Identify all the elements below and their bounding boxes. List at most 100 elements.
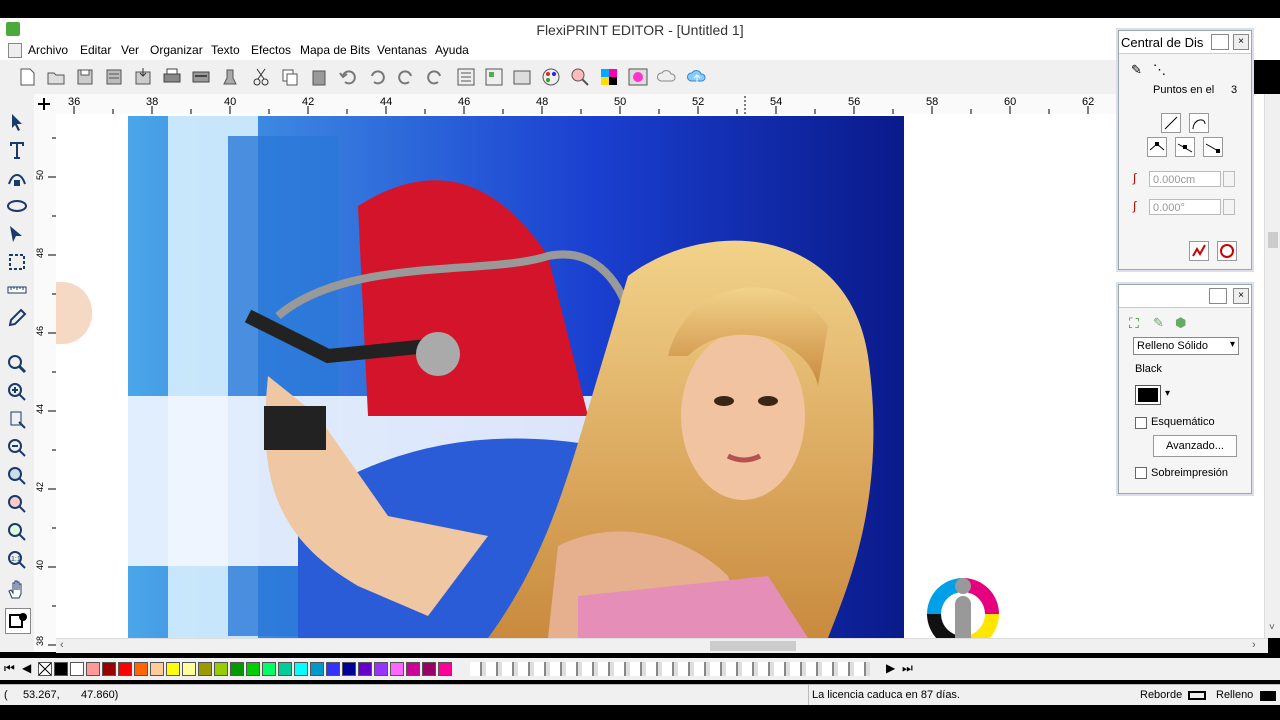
copy-icon[interactable]: [279, 66, 301, 88]
palette-color-swatch[interactable]: [86, 662, 100, 676]
menu-ayuda[interactable]: Ayuda: [435, 43, 469, 57]
palette-color-swatch[interactable]: [134, 662, 148, 676]
menu-archivo[interactable]: Archivo: [28, 43, 68, 57]
overprint-checkbox[interactable]: [1135, 467, 1147, 479]
close-shape-icon[interactable]: [1217, 241, 1237, 261]
palette-color-swatch[interactable]: [118, 662, 132, 676]
outline-pen-icon[interactable]: ✎: [1153, 315, 1164, 331]
cut-icon[interactable]: [250, 66, 272, 88]
advanced-button[interactable]: Avanzado...: [1153, 435, 1237, 457]
horizontal-scrollbar[interactable]: ‹ ›: [56, 638, 1268, 653]
save-icon[interactable]: [74, 66, 96, 88]
eyedropper-icon[interactable]: [5, 306, 29, 330]
distance-input[interactable]: 0.000cm: [1149, 171, 1221, 187]
zoom-all-icon[interactable]: [5, 464, 29, 488]
print-icon[interactable]: [161, 66, 183, 88]
vertical-ruler[interactable]: 50 48 46 44 42 40 38: [34, 114, 57, 652]
align-icon[interactable]: [455, 66, 477, 88]
color-dropdown-icon[interactable]: ▾: [1165, 388, 1170, 399]
menu-mapa-de-bits[interactable]: Mapa de Bits: [300, 43, 370, 57]
shape-tool-icon[interactable]: [5, 166, 29, 190]
outline-swatch[interactable]: [1188, 691, 1206, 700]
node-tab-icon[interactable]: ⋱: [1153, 62, 1166, 78]
fill-outline-icon[interactable]: [5, 608, 31, 634]
vertical-scrollbar[interactable]: ˅: [1264, 94, 1280, 638]
text-tool-icon[interactable]: [5, 138, 29, 162]
zoom-selection-icon[interactable]: [5, 492, 29, 516]
ruler-origin[interactable]: [34, 94, 57, 115]
fill-tab-icon[interactable]: ✎: [1131, 62, 1142, 78]
menu-efectos[interactable]: Efectos: [251, 43, 291, 57]
import-icon[interactable]: [132, 66, 154, 88]
palette-color-swatch[interactable]: [422, 662, 436, 676]
design-panel-header[interactable]: Central de Dis ×: [1119, 31, 1251, 54]
palette-first-icon[interactable]: ⏮: [4, 661, 15, 676]
zoom-previous-icon[interactable]: [5, 520, 29, 544]
node-edit-icon[interactable]: [5, 222, 29, 246]
rip-print-icon[interactable]: [190, 66, 212, 88]
measure-tool-icon[interactable]: [5, 278, 29, 302]
menu-ver[interactable]: Ver: [121, 43, 139, 57]
undo-icon[interactable]: [337, 66, 359, 88]
palette-last-icon[interactable]: ⏭: [902, 661, 913, 676]
palette-color-swatch[interactable]: [278, 662, 292, 676]
bitmap-image[interactable]: [128, 116, 904, 638]
fill-type-select[interactable]: Relleno Sólido ▾: [1133, 337, 1239, 355]
palette-color-swatch[interactable]: [294, 662, 308, 676]
paste-icon[interactable]: [308, 66, 330, 88]
undo-multiple-icon[interactable]: [366, 66, 388, 88]
zoom-out-icon[interactable]: [5, 436, 29, 460]
effects-tab-icon[interactable]: ⬢: [1175, 315, 1186, 331]
zoom-1to1-icon[interactable]: 1:1: [5, 548, 29, 572]
redo-multiple-icon[interactable]: [424, 66, 446, 88]
palette-color-swatch[interactable]: [150, 662, 164, 676]
weld-icon[interactable]: [511, 66, 533, 88]
color-picker-button[interactable]: [1135, 385, 1161, 405]
ellipse-tool-icon[interactable]: [5, 194, 29, 218]
redo-icon[interactable]: [395, 66, 417, 88]
crop-tool-icon[interactable]: [5, 250, 29, 274]
palette-color-swatch[interactable]: [374, 662, 388, 676]
angle-stepper[interactable]: [1223, 199, 1235, 215]
scroll-down-icon[interactable]: ˅: [1269, 622, 1275, 633]
curve-segment-icon[interactable]: [1189, 113, 1209, 133]
line-segment-icon[interactable]: [1161, 113, 1181, 133]
palette-prev-icon[interactable]: ◀: [22, 661, 31, 675]
cloud-icon[interactable]: [656, 66, 678, 88]
vertical-scroll-thumb[interactable]: [1268, 232, 1278, 248]
color-correction-icon[interactable]: [627, 66, 649, 88]
palette-color-swatch[interactable]: [54, 662, 68, 676]
horizontal-ruler[interactable]: 36 38 40 42 44 46 48 50 52 54 56 58 60 6…: [56, 94, 1116, 115]
distance-stepper[interactable]: [1223, 171, 1235, 187]
angle-input[interactable]: 0.000°: [1149, 199, 1221, 215]
palette-color-swatch[interactable]: [326, 662, 340, 676]
palette-color-swatch[interactable]: [406, 662, 420, 676]
menu-ventanas[interactable]: Ventanas: [377, 43, 427, 57]
fill-panel-header[interactable]: ×: [1119, 285, 1251, 308]
schematic-checkbox[interactable]: [1135, 417, 1147, 429]
menu-organizar[interactable]: Organizar: [150, 43, 203, 57]
palette-color-swatch[interactable]: [342, 662, 356, 676]
palette-color-swatch[interactable]: [214, 662, 228, 676]
color-palette-icon[interactable]: [540, 66, 562, 88]
open-file-icon[interactable]: [45, 66, 67, 88]
palette-color-swatch[interactable]: [102, 662, 116, 676]
palette-color-swatch[interactable]: [166, 662, 180, 676]
palette-color-swatch[interactable]: [70, 662, 84, 676]
menu-texto[interactable]: Texto: [211, 43, 240, 57]
palette-color-swatch[interactable]: [182, 662, 196, 676]
zoom-color-icon[interactable]: [569, 66, 591, 88]
save-as-icon[interactable]: [103, 66, 125, 88]
arrange-icon[interactable]: [483, 66, 505, 88]
scroll-left-icon[interactable]: ‹: [60, 639, 64, 651]
restore-panel-icon[interactable]: [1211, 34, 1229, 50]
palette-color-swatch[interactable]: [390, 662, 404, 676]
corner-node-icon[interactable]: [1147, 137, 1167, 157]
select-arrow-icon[interactable]: [5, 110, 29, 134]
zoom-page-icon[interactable]: [5, 408, 29, 432]
palette-color-swatch[interactable]: [198, 662, 212, 676]
zoom-tool-icon[interactable]: [5, 352, 29, 376]
fill-bucket-icon[interactable]: ⛶: [1129, 315, 1139, 332]
palette-color-swatch[interactable]: [230, 662, 244, 676]
doc-menu-icon[interactable]: [8, 43, 22, 58]
